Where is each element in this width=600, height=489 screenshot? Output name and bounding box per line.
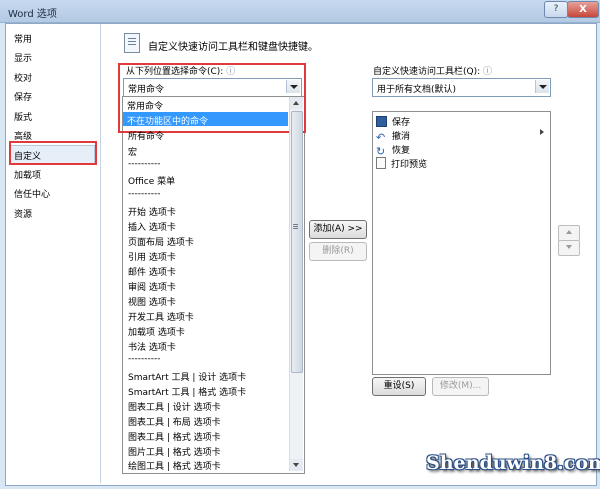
nav-item-display[interactable]: 显示 — [14, 51, 32, 64]
list-item-separator: ---------- — [128, 189, 161, 199]
nav-item-trust-center[interactable]: 信任中心 — [14, 187, 50, 200]
toolbar-scope-value: 用于所有文档(默认) — [377, 85, 457, 95]
nav-item-proofing[interactable]: 校对 — [14, 71, 32, 84]
list-item[interactable]: 开发工具 选项卡 — [128, 310, 194, 323]
list-item-separator: ---------- — [128, 354, 161, 364]
save-icon — [376, 116, 387, 127]
panel-heading: 自定义快速访问工具栏和键盘快捷键。 — [148, 42, 318, 53]
list-item[interactable]: 所有命令 — [128, 129, 164, 142]
list-item[interactable]: SmartArt 工具 | 格式 选项卡 — [128, 385, 246, 398]
list-item[interactable]: 插入 选项卡 — [128, 220, 176, 233]
nav-item-save[interactable]: 保存 — [14, 90, 32, 103]
scroll-grip-icon — [293, 224, 298, 225]
list-item[interactable]: 加载项 选项卡 — [128, 325, 185, 338]
move-up-button[interactable] — [558, 225, 580, 241]
help-button[interactable]: ? — [544, 1, 568, 18]
title-bar: Word 选项 ? X — [0, 0, 600, 23]
list-item[interactable]: 邮件 选项卡 — [128, 265, 176, 278]
info-icon: ⓘ — [483, 67, 493, 77]
qa-item-save[interactable]: 保存 — [376, 115, 410, 128]
nav-item-addins[interactable]: 加载项 — [14, 168, 41, 181]
close-button[interactable]: X — [567, 1, 599, 18]
list-item[interactable]: 图片工具 | 格式 选项卡 — [128, 445, 221, 458]
commands-scrollbar[interactable] — [289, 97, 303, 471]
list-item[interactable]: 图表工具 | 布局 选项卡 — [128, 415, 221, 428]
print-preview-icon — [376, 157, 386, 169]
nav-item-layout[interactable]: 版式 — [14, 110, 32, 123]
qa-item-redo[interactable]: ↻ 恢复 — [376, 143, 410, 158]
list-item[interactable]: SmartArt 工具 | 设计 选项卡 — [128, 370, 246, 383]
nav-item-common[interactable]: 常用 — [14, 32, 32, 45]
reset-button[interactable]: 重设(S) — [372, 377, 426, 396]
toolbar-scope-select[interactable]: 用于所有文档(默认) — [372, 78, 551, 97]
window-title: Word 选项 — [8, 9, 57, 20]
customize-toolbar-icon — [124, 33, 140, 53]
list-item[interactable]: 审阅 选项卡 — [128, 280, 176, 293]
qa-item-print-preview[interactable]: 打印预览 — [376, 157, 427, 170]
flyout-arrow-icon — [540, 129, 544, 135]
list-item[interactable]: 宏 — [128, 145, 137, 158]
list-item[interactable]: 引用 选项卡 — [128, 250, 176, 263]
list-item[interactable]: 图表工具 | 格式 选项卡 — [128, 430, 221, 443]
list-item[interactable]: Office 菜单 — [128, 174, 175, 187]
move-down-button[interactable] — [558, 240, 580, 256]
annotation-highlight-dropdown — [118, 63, 306, 133]
list-item[interactable]: 绘图工具 | 格式 选项卡 — [128, 459, 221, 472]
scroll-up-icon[interactable] — [290, 97, 303, 109]
qa-item-undo[interactable]: ↶ 撤消 — [376, 129, 410, 144]
list-item[interactable]: 页面布局 选项卡 — [128, 235, 194, 248]
list-item[interactable]: 视图 选项卡 — [128, 295, 176, 308]
customize-toolbar-label: 自定义快速访问工具栏(Q): ⓘ — [373, 67, 493, 77]
modify-button[interactable]: 修改(M)... — [432, 377, 489, 396]
scrollbar-thumb[interactable] — [291, 111, 303, 373]
chevron-down-icon[interactable] — [535, 80, 549, 93]
add-button[interactable]: 添加(A) >> — [309, 220, 367, 239]
watermark: Shenduwin8.com — [426, 452, 600, 474]
list-item[interactable]: 开始 选项卡 — [128, 205, 176, 218]
list-item[interactable]: 书法 选项卡 — [128, 340, 176, 353]
annotation-highlight-customize — [9, 141, 97, 165]
nav-item-resources[interactable]: 资源 — [14, 207, 32, 220]
remove-button[interactable]: 删除(R) — [309, 242, 367, 261]
list-item-separator: ---------- — [128, 159, 161, 169]
list-item[interactable]: 图表工具 | 设计 选项卡 — [128, 400, 221, 413]
scroll-down-icon[interactable] — [290, 459, 303, 471]
